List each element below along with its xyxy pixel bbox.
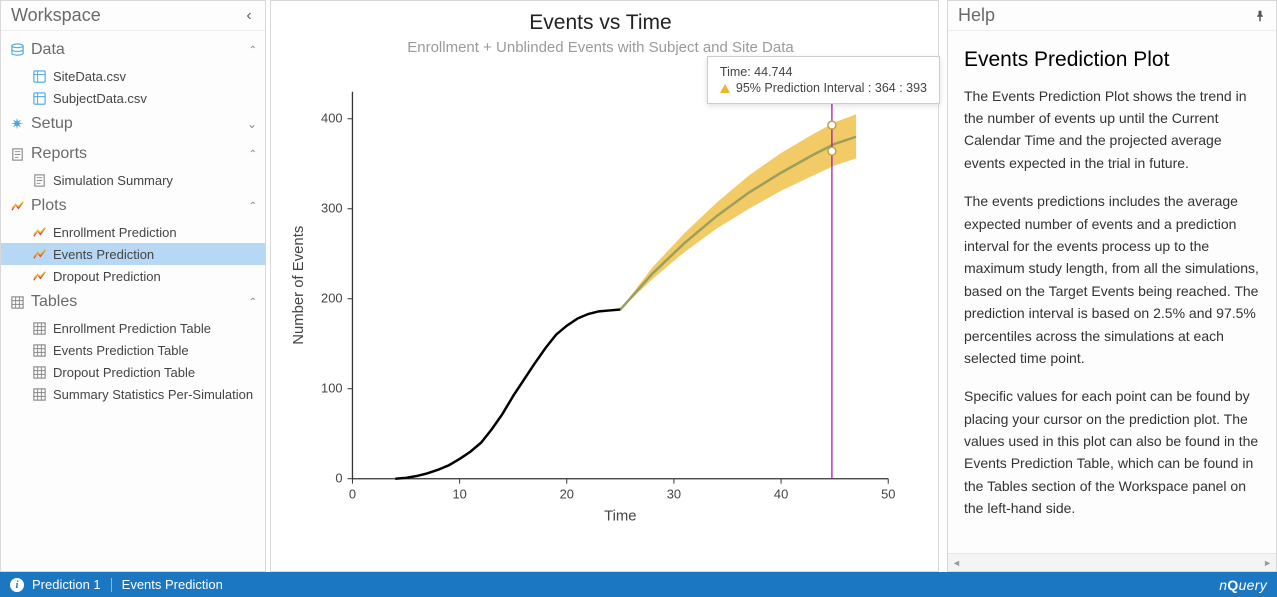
info-icon[interactable]: i bbox=[10, 578, 24, 592]
svg-text:300: 300 bbox=[321, 201, 342, 216]
tooltip-interval: 95% Prediction Interval : 364 : 393 bbox=[736, 81, 927, 95]
svg-text:400: 400 bbox=[321, 111, 342, 126]
data-file-label: SubjectData.csv bbox=[53, 91, 147, 106]
chart-tooltip: Time: 44.744 95% Prediction Interval : 3… bbox=[707, 56, 940, 104]
chevron-up-icon bbox=[249, 297, 257, 308]
section-plots-label: Plots bbox=[31, 197, 67, 215]
help-paragraph: The events predictions includes the aver… bbox=[964, 190, 1260, 369]
section-tables-label: Tables bbox=[31, 293, 77, 311]
grid-icon bbox=[31, 320, 47, 336]
chart-icon bbox=[31, 246, 47, 262]
help-title: Help bbox=[958, 5, 995, 26]
section-setup-label: Setup bbox=[31, 115, 73, 133]
help-header: Help bbox=[948, 1, 1276, 31]
svg-text:0: 0 bbox=[349, 487, 356, 502]
chart-icon bbox=[31, 224, 47, 240]
chevron-down-icon bbox=[247, 117, 257, 131]
database-icon bbox=[9, 42, 25, 58]
status-prediction: Prediction 1 bbox=[32, 577, 101, 592]
svg-text:30: 30 bbox=[667, 487, 681, 502]
workspace-body: Data SiteData.csv SubjectData.csv ✷ Setu… bbox=[1, 31, 265, 571]
plot-icon bbox=[9, 198, 25, 214]
plot-dropout[interactable]: Dropout Prediction bbox=[1, 265, 265, 287]
chevron-up-icon bbox=[249, 45, 257, 56]
section-reports[interactable]: Reports bbox=[1, 139, 265, 169]
plot-label: Enrollment Prediction bbox=[53, 225, 177, 240]
svg-text:0: 0 bbox=[335, 471, 342, 486]
data-file-subjectdata[interactable]: SubjectData.csv bbox=[1, 87, 265, 109]
svg-text:40: 40 bbox=[774, 487, 788, 502]
pin-icon[interactable] bbox=[1252, 8, 1268, 24]
report-label: Simulation Summary bbox=[53, 173, 173, 188]
report-icon bbox=[9, 146, 25, 162]
status-view: Events Prediction bbox=[122, 577, 223, 592]
svg-text:Number of Events: Number of Events bbox=[291, 226, 307, 345]
chevron-up-icon bbox=[249, 201, 257, 212]
collapse-workspace-icon[interactable] bbox=[241, 8, 257, 24]
workspace-panel: Workspace Data SiteData.csv SubjectData.… bbox=[0, 0, 266, 572]
table-dropout[interactable]: Dropout Prediction Table bbox=[1, 361, 265, 383]
table-label: Events Prediction Table bbox=[53, 343, 189, 358]
report-simulation-summary[interactable]: Simulation Summary bbox=[1, 169, 265, 191]
plot-enrollment[interactable]: Enrollment Prediction bbox=[1, 221, 265, 243]
grid-icon bbox=[31, 386, 47, 402]
svg-text:50: 50 bbox=[881, 487, 895, 502]
chart-title: Events vs Time bbox=[283, 11, 918, 35]
data-file-label: SiteData.csv bbox=[53, 69, 126, 84]
help-heading: Events Prediction Plot bbox=[964, 43, 1260, 77]
section-reports-label: Reports bbox=[31, 145, 87, 163]
table-label: Enrollment Prediction Table bbox=[53, 321, 211, 336]
grid-icon bbox=[31, 364, 47, 380]
table-enrollment[interactable]: Enrollment Prediction Table bbox=[1, 317, 265, 339]
gear-icon: ✷ bbox=[9, 116, 25, 132]
section-tables[interactable]: Tables bbox=[1, 287, 265, 317]
document-icon bbox=[31, 172, 47, 188]
csv-file-icon bbox=[31, 68, 47, 84]
scroll-right-icon[interactable]: ► bbox=[1263, 558, 1272, 568]
chart-icon bbox=[31, 268, 47, 284]
plot-events[interactable]: Events Prediction bbox=[1, 243, 265, 265]
pi-swatch-icon bbox=[720, 84, 730, 93]
table-summary-stats[interactable]: Summary Statistics Per-Simulation bbox=[1, 383, 265, 405]
workspace-title: Workspace bbox=[11, 5, 101, 26]
svg-text:10: 10 bbox=[452, 487, 466, 502]
help-panel: Help Events Prediction Plot The Events P… bbox=[947, 0, 1277, 572]
table-label: Dropout Prediction Table bbox=[53, 365, 195, 380]
svg-text:200: 200 bbox=[321, 291, 342, 306]
svg-text:100: 100 bbox=[321, 381, 342, 396]
tooltip-time: Time: 44.744 bbox=[720, 65, 927, 79]
svg-text:20: 20 bbox=[560, 487, 574, 502]
grid-icon bbox=[31, 342, 47, 358]
chart-area[interactable]: 0 10 20 30 40 50 0 100 200 300 400 Time Number of… bbox=[283, 62, 918, 563]
workspace-header: Workspace bbox=[1, 1, 265, 31]
scroll-left-icon[interactable]: ◄ bbox=[952, 558, 961, 568]
table-icon bbox=[9, 294, 25, 310]
section-setup[interactable]: ✷ Setup bbox=[1, 109, 265, 139]
help-paragraph: Specific values for each point can be fo… bbox=[964, 385, 1260, 519]
brand-logo: nQuery bbox=[1219, 577, 1267, 593]
chevron-up-icon bbox=[249, 149, 257, 160]
section-plots[interactable]: Plots bbox=[1, 191, 265, 221]
data-file-sitedata[interactable]: SiteData.csv bbox=[1, 65, 265, 87]
plot-label: Dropout Prediction bbox=[53, 269, 161, 284]
chart-subtitle: Enrollment + Unblinded Events with Subje… bbox=[283, 39, 918, 56]
table-events[interactable]: Events Prediction Table bbox=[1, 339, 265, 361]
help-body: Events Prediction Plot The Events Predic… bbox=[948, 31, 1276, 553]
chart-panel: Events vs Time Enrollment + Unblinded Ev… bbox=[270, 0, 939, 572]
table-label: Summary Statistics Per-Simulation bbox=[53, 387, 253, 402]
help-h-scrollbar[interactable]: ◄ ► bbox=[948, 553, 1276, 571]
section-data[interactable]: Data bbox=[1, 35, 265, 65]
help-paragraph: The Events Prediction Plot shows the tre… bbox=[964, 85, 1260, 175]
status-bar: i Prediction 1 Events Prediction nQuery bbox=[0, 572, 1277, 597]
csv-file-icon bbox=[31, 90, 47, 106]
section-data-label: Data bbox=[31, 41, 65, 59]
svg-text:Time: Time bbox=[604, 508, 637, 524]
plot-label: Events Prediction bbox=[53, 247, 154, 262]
